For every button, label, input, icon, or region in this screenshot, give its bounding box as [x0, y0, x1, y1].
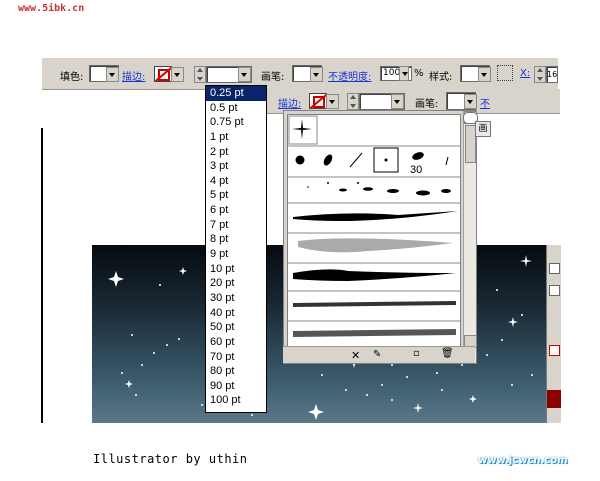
calligraphic-size-label: 30: [410, 164, 422, 176]
watermark-top: www.5ibk.cn: [18, 3, 85, 14]
stroke-weight-option[interactable]: 0.75 pt: [206, 115, 266, 130]
stroke-weight-option[interactable]: 6 pt: [206, 203, 266, 218]
stroke-dropdown-arrow[interactable]: [171, 67, 184, 82]
style-label: 样式:: [429, 72, 453, 83]
fill-dropdown-arrow[interactable]: [106, 67, 119, 82]
brush-dropdown-arrow[interactable]: [310, 67, 323, 82]
stroke-link[interactable]: 描边:: [122, 68, 145, 83]
opacity-link[interactable]: 不透明度:: [328, 68, 371, 83]
x-spinner[interactable]: [534, 66, 546, 83]
panel-stroke-icon[interactable]: [549, 345, 560, 356]
opacity-link-partial[interactable]: 不: [480, 95, 490, 110]
stroke-weight-option[interactable]: 100 pt: [206, 393, 266, 408]
stroke-weight-arrow-2[interactable]: [391, 94, 404, 109]
stroke-link-2[interactable]: 描边:: [278, 95, 301, 110]
opacity-unit: %: [414, 68, 424, 79]
brush-list: 30: [287, 114, 461, 361]
stroke-weight-option[interactable]: 20 pt: [206, 276, 266, 291]
x-label: X:: [520, 68, 531, 79]
watermark-bottom: www.jcwcn.com: [478, 455, 568, 466]
canvas-left-edge: [41, 128, 43, 423]
stroke-weight-option[interactable]: 5 pt: [206, 188, 266, 203]
stroke-weight-option[interactable]: 4 pt: [206, 174, 266, 189]
stroke-weight-option[interactable]: 40 pt: [206, 306, 266, 321]
brush-dropdown-arrow-2[interactable]: [464, 94, 477, 109]
brush-panel-footer: ✕ ✎ ▫ 🗑: [283, 346, 475, 363]
stroke-weight-option[interactable]: 9 pt: [206, 247, 266, 262]
docked-panel-edge: [546, 245, 561, 423]
stroke-weight-option[interactable]: 7 pt: [206, 218, 266, 233]
stroke-weight-option[interactable]: 90 pt: [206, 379, 266, 394]
caption: Illustrator by uthin: [93, 452, 248, 466]
brush-panel: 30: [283, 110, 477, 364]
panel-icon-1[interactable]: [549, 263, 560, 274]
brush-previews: 30: [288, 115, 460, 352]
stroke-weight-dropdown-list[interactable]: 0.25 pt 0.5 pt 0.75 pt 1 pt 2 pt 3 pt 4 pt 5 pt…: [205, 85, 267, 413]
stroke-dropdown-arrow-2[interactable]: [326, 94, 339, 109]
remove-brush-stroke-icon[interactable]: ✕: [351, 349, 360, 362]
style-dropdown-arrow[interactable]: [478, 67, 491, 82]
align-grid-icon[interactable]: [497, 65, 513, 81]
stroke-weight-option[interactable]: 10 pt: [206, 262, 266, 277]
brush-label-2: 画笔:: [415, 99, 439, 110]
brush-panel-scrollbar[interactable]: [463, 111, 477, 363]
stroke-weight-option[interactable]: 80 pt: [206, 364, 266, 379]
stroke-weight-option[interactable]: 0.25 pt: [206, 86, 266, 101]
stroke-weight-spinner[interactable]: [194, 66, 206, 83]
panel-icon-2[interactable]: [549, 285, 560, 296]
stroke-weight-option[interactable]: 30 pt: [206, 291, 266, 306]
new-brush-icon[interactable]: ▫: [413, 348, 420, 359]
stroke-swatch-icon-2[interactable]: [309, 93, 327, 109]
delete-brush-icon[interactable]: 🗑: [441, 348, 454, 359]
brush-options-icon[interactable]: ✎: [373, 349, 381, 360]
brush-panel-side-tab[interactable]: 画: [475, 121, 491, 137]
brush-label: 画笔:: [261, 72, 285, 83]
opacity-arrow[interactable]: [399, 66, 409, 81]
stroke-weight-option[interactable]: 50 pt: [206, 320, 266, 335]
stroke-weight-option[interactable]: 70 pt: [206, 350, 266, 365]
stroke-weight-option[interactable]: 3 pt: [206, 159, 266, 174]
panel-color-swatch: [547, 390, 561, 408]
stroke-weight-option[interactable]: 2 pt: [206, 145, 266, 160]
stroke-weight-option[interactable]: 0.5 pt: [206, 101, 266, 116]
stroke-swatch-icon[interactable]: [154, 66, 172, 82]
stroke-weight-option[interactable]: 60 pt: [206, 335, 266, 350]
stroke-weight-option[interactable]: 8 pt: [206, 232, 266, 247]
control-toolbar: 填色: 描边: 画笔: 不透明度: 100 % 样式: X: 16: [42, 58, 558, 90]
fill-label: 填色:: [60, 72, 84, 83]
stroke-weight-spinner-2[interactable]: [347, 93, 359, 110]
stroke-weight-arrow[interactable]: [238, 67, 251, 82]
stroke-weight-option[interactable]: 1 pt: [206, 130, 266, 145]
x-field[interactable]: 16: [546, 66, 558, 83]
